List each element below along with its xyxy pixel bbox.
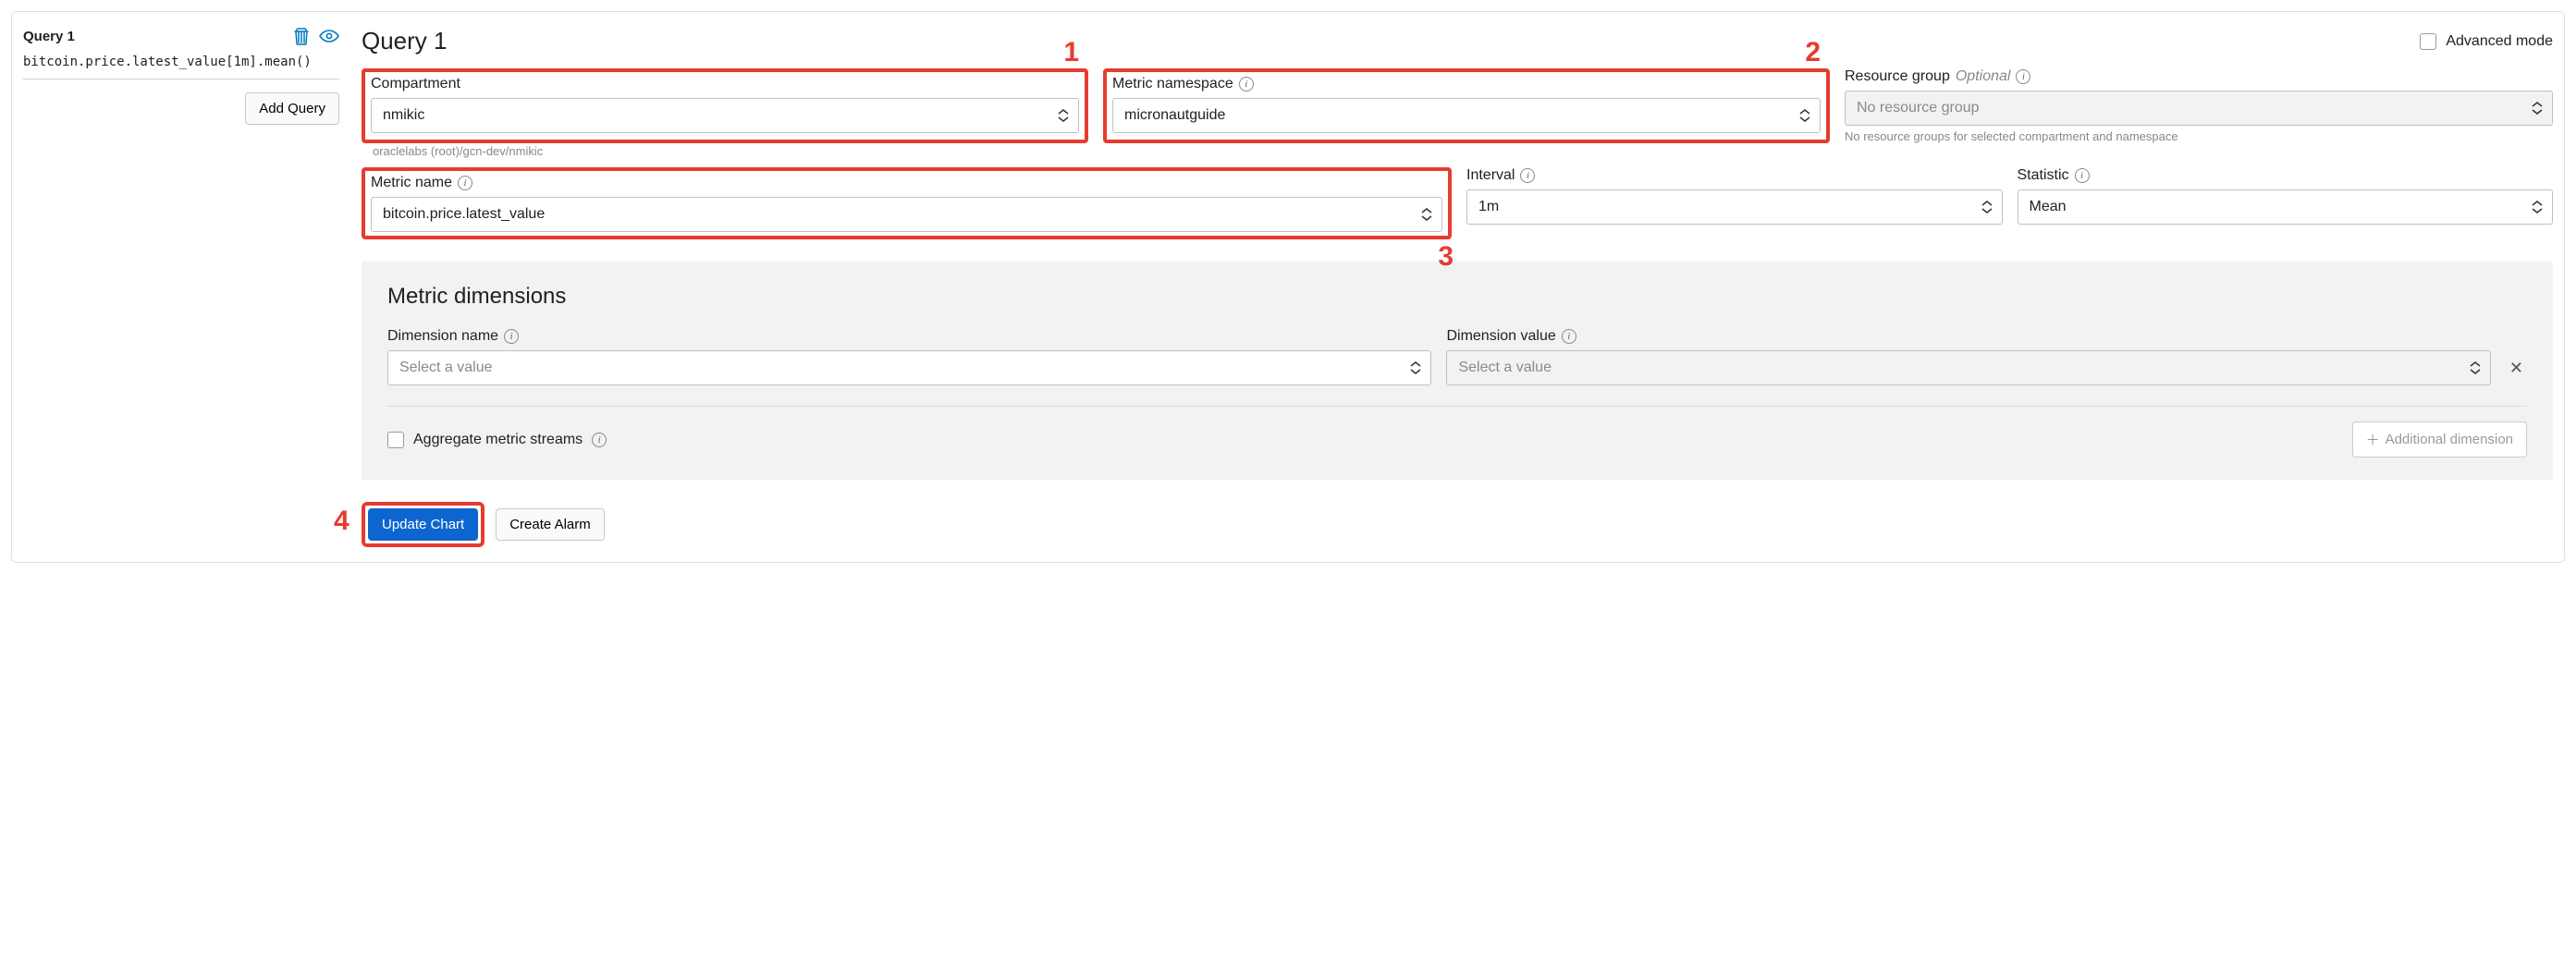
advanced-mode-toggle[interactable]: Advanced mode [2420, 33, 2553, 50]
annotation-1: 1 [1063, 37, 1079, 68]
interval-label: Interval [1466, 167, 1515, 184]
info-icon[interactable]: i [1562, 329, 1576, 344]
annotation-3: 3 [1438, 241, 1454, 273]
compartment-select[interactable]: nmikic [371, 98, 1079, 133]
dimensions-title: Metric dimensions [387, 284, 2527, 310]
annotation-4: 4 [334, 506, 350, 537]
dimension-name-label: Dimension name [387, 328, 498, 345]
page-title: Query 1 [362, 27, 448, 55]
highlight-metric-name: 3 Metric name i bitcoin.price.latest_val… [362, 167, 1452, 239]
eye-icon[interactable] [319, 29, 339, 43]
aggregate-streams-label: Aggregate metric streams [413, 432, 583, 448]
compartment-path-hint: oraclelabs (root)/gcn-dev/nmikic [373, 144, 543, 158]
info-icon[interactable]: i [2075, 168, 2090, 183]
dimension-name-select[interactable]: Select a value [387, 350, 1431, 385]
remove-dimension-icon[interactable]: ✕ [2506, 351, 2527, 385]
annotation-2: 2 [1805, 37, 1821, 68]
advanced-mode-checkbox[interactable] [2420, 33, 2436, 50]
metric-dimensions-panel: Metric dimensions Dimension name i Selec… [362, 262, 2553, 480]
interval-select[interactable]: 1m [1466, 189, 2003, 225]
add-query-button[interactable]: Add Query [245, 92, 339, 125]
dimension-value-select[interactable]: Select a value [1446, 350, 2490, 385]
query-expression: bitcoin.price.latest_value[1m].mean() [23, 51, 339, 79]
resource-group-select[interactable]: No resource group [1845, 91, 2553, 126]
dimension-value-label: Dimension value [1446, 328, 1555, 345]
compartment-label: Compartment [371, 76, 1079, 92]
query-editor: Query 1 Advanced mode 1 Compartment nmik… [362, 27, 2553, 547]
advanced-mode-label: Advanced mode [2446, 33, 2553, 50]
info-icon[interactable]: i [592, 433, 607, 447]
query-title: Query 1 [23, 29, 75, 44]
highlight-namespace: 2 Metric namespace i micronautguide [1103, 68, 1830, 143]
statistic-label: Statistic [2018, 167, 2069, 184]
metric-name-label: Metric name [371, 175, 452, 191]
info-icon[interactable]: i [1520, 168, 1535, 183]
info-icon[interactable]: i [458, 176, 472, 190]
plus-icon: ＋ [2366, 430, 2380, 449]
highlight-update-chart: Update Chart [362, 502, 485, 547]
resource-group-label: Resource group [1845, 68, 1950, 85]
update-chart-button[interactable]: Update Chart [368, 508, 478, 541]
query-list-sidebar: Query 1 bitcoin.price.latest_value[1m].m… [23, 27, 339, 547]
highlight-compartment: 1 Compartment nmikic oraclelabs (root)/g… [362, 68, 1088, 143]
statistic-select[interactable]: Mean [2018, 189, 2554, 225]
info-icon[interactable]: i [504, 329, 519, 344]
info-icon[interactable]: i [2016, 69, 2030, 84]
delete-icon[interactable] [293, 27, 310, 45]
resource-group-hint: No resource groups for selected compartm… [1845, 129, 2553, 143]
namespace-select[interactable]: micronautguide [1112, 98, 1821, 133]
query-builder-panel: Query 1 bitcoin.price.latest_value[1m].m… [11, 11, 2565, 563]
info-icon[interactable]: i [1239, 77, 1254, 92]
aggregate-streams-toggle[interactable]: Aggregate metric streams i [387, 432, 607, 448]
optional-tag: Optional [1956, 68, 2011, 85]
aggregate-streams-checkbox[interactable] [387, 432, 404, 448]
create-alarm-button[interactable]: Create Alarm [496, 508, 605, 541]
add-dimension-button[interactable]: ＋ Additional dimension [2352, 421, 2527, 458]
namespace-label: Metric namespace [1112, 76, 1233, 92]
metric-name-select[interactable]: bitcoin.price.latest_value [371, 197, 1442, 232]
